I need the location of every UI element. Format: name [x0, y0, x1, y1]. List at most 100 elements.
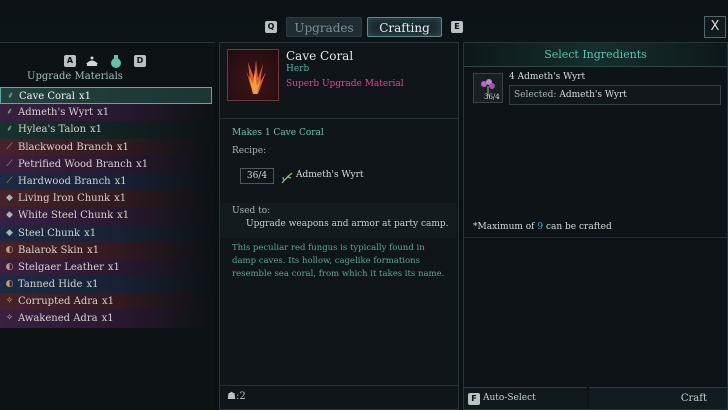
- leather-icon: ◐: [5, 244, 14, 255]
- list-item-label: Living Iron Chunk: [18, 193, 111, 205]
- list-item-qty: x1: [114, 175, 127, 187]
- list-item[interactable]: ✧ Corrupted Adra x1: [0, 293, 212, 311]
- list-item[interactable]: ⸙ Admeth's Wyrt x1: [0, 104, 212, 122]
- auto-select-key-hint: F: [468, 393, 480, 405]
- herb-icon: ⸙: [6, 107, 13, 118]
- list-item-label: Hylea's Talon: [18, 124, 87, 136]
- list-item[interactable]: ◐ Balarok Skin x1: [0, 241, 212, 259]
- next-filter-key-hint: D: [134, 55, 146, 67]
- leather-icon: ◐: [5, 261, 14, 272]
- list-item-label: Corrupted Adra: [18, 296, 98, 308]
- ingredient-count: 36/4: [484, 93, 500, 101]
- list-item-label: Blackwood Branch: [18, 141, 113, 153]
- list-item[interactable]: ◐ Tanned Hide x1: [0, 276, 212, 294]
- ingredients-lower-area: [464, 237, 727, 385]
- list-item-label: White Steel Chunk: [18, 210, 114, 222]
- list-item-label: Stelgaer Leather: [18, 261, 104, 273]
- item-name: Cave Coral: [286, 49, 354, 63]
- craft-button[interactable]: Craft: [589, 387, 727, 409]
- materials-title: Upgrade Materials: [27, 71, 123, 82]
- list-item-qty: x1: [78, 91, 91, 102]
- list-item[interactable]: ◆ Steel Chunk x1: [0, 224, 212, 242]
- ingredient-selector[interactable]: Selected: Admeth's Wyrt: [509, 85, 721, 105]
- recipe-ingredient: Admeth's Wyrt: [296, 170, 364, 180]
- ore-icon: ◆: [6, 193, 13, 204]
- herb-icon: [281, 169, 293, 184]
- branch-icon: ⟋: [6, 158, 13, 169]
- item-description: This peculiar red fungus is typically fo…: [232, 243, 445, 279]
- max-suffix: can be crafted: [543, 222, 612, 232]
- used-to-label: Used to:: [232, 206, 271, 216]
- list-item-qty: x1: [101, 313, 114, 325]
- item-rarity: Superb Upgrade Material: [286, 79, 404, 89]
- list-item-qty: x1: [107, 261, 120, 273]
- list-item[interactable]: ⟋ Blackwood Branch x1: [0, 138, 212, 156]
- selected-value: Admeth's Wyrt: [559, 90, 627, 100]
- list-item[interactable]: ◆ Living Iron Chunk x1: [0, 190, 212, 208]
- list-item-label: Petrified Wood Branch: [18, 158, 133, 170]
- prev-filter-key-hint: A: [64, 55, 76, 67]
- list-item[interactable]: ◆ White Steel Chunk x1: [0, 207, 212, 225]
- used-to-text: Upgrade weapons and armor at party camp.: [246, 219, 449, 229]
- potion-icon[interactable]: [108, 53, 124, 69]
- adra-icon: ✧: [5, 313, 14, 324]
- list-item-qty: x1: [136, 158, 149, 170]
- item-detail-panel: Cave Coral Herb Superb Upgrade Material …: [219, 42, 459, 410]
- list-item[interactable]: ⟋ Hardwood Branch x1: [0, 172, 212, 191]
- list-item[interactable]: ◐ Stelgaer Leather x1: [0, 258, 212, 277]
- list-item[interactable]: ⸙ Hylea's Talon x1: [0, 121, 212, 139]
- ore-icon: ◆: [6, 210, 13, 221]
- list-item-qty: x1: [97, 107, 110, 119]
- leather-icon: ◐: [5, 279, 14, 290]
- next-tab-key-hint: E: [451, 21, 463, 33]
- list-item[interactable]: ⟋ Petrified Wood Branch x1: [0, 155, 212, 173]
- close-button[interactable]: X: [704, 16, 726, 38]
- list-item-label: Tanned Hide: [18, 279, 83, 291]
- herb-icon: ⸙: [6, 124, 13, 135]
- auto-select-label: Auto-Select Ingredients: [483, 393, 536, 403]
- ore-icon: ◆: [6, 227, 13, 238]
- divider: [220, 385, 458, 386]
- tab-upgrades[interactable]: Upgrades: [286, 17, 362, 37]
- list-item-label: Admeth's Wyrt: [18, 107, 94, 119]
- list-item-qty: x1: [114, 193, 127, 205]
- recipe-label: Recipe:: [232, 146, 267, 156]
- list-item-qty: x1: [90, 124, 103, 136]
- recipe-count: 36/4: [240, 168, 274, 184]
- max-craft-text: *Maximum of 9 can be crafted: [473, 222, 612, 232]
- selected-label: Selected:: [514, 90, 557, 100]
- party-count: ☗:2: [227, 391, 246, 402]
- list-item-label: Balarok Skin: [18, 244, 84, 256]
- adra-icon: ✧: [5, 296, 14, 307]
- list-item-qty: x1: [86, 279, 99, 291]
- list-item-label: Cave Coral: [19, 91, 75, 102]
- list-item-qty: x1: [87, 244, 100, 256]
- prev-tab-key-hint: Q: [265, 21, 277, 33]
- divider: [220, 118, 458, 119]
- cave-coral-thumbnail: [227, 49, 279, 101]
- top-bar: Q Upgrades Crafting E X: [0, 0, 728, 42]
- makes-text: Makes 1 Cave Coral: [232, 128, 324, 138]
- herb-icon: ⸙: [7, 91, 14, 101]
- ingredient-name: 4 Admeth's Wyrt: [509, 72, 586, 82]
- list-item-qty: x1: [101, 296, 114, 308]
- list-item[interactable]: ✧ Awakened Adra x1: [0, 310, 212, 328]
- materials-panel: A D Upgrade Materials ⸙ Cave Coral x1 ⸙ Adme…: [0, 42, 215, 410]
- list-item-label: Steel Chunk: [18, 227, 81, 239]
- list-item[interactable]: ⸙ Cave Coral x1: [0, 87, 212, 105]
- auto-select-button[interactable]: F Auto-Select Ingredients: [464, 387, 587, 409]
- list-item-qty: x1: [84, 227, 97, 239]
- ingredients-title: Select Ingredients: [544, 48, 647, 61]
- materials-list: ⸙ Cave Coral x1 ⸙ Admeth's Wyrt x1 ⸙ Hylea's Ta…: [0, 87, 212, 328]
- branch-icon: ⟋: [6, 141, 13, 152]
- all-items-icon[interactable]: [84, 53, 100, 69]
- tab-crafting[interactable]: Crafting: [367, 17, 442, 37]
- party-count-value: :2: [235, 391, 246, 402]
- max-prefix: *Maximum of: [473, 222, 538, 232]
- list-item-label: Hardwood Branch: [18, 175, 111, 187]
- list-item-qty: x1: [117, 210, 130, 222]
- list-item-qty: x1: [116, 141, 129, 153]
- list-item-label: Awakened Adra: [18, 313, 98, 325]
- branch-icon: ⟋: [6, 175, 13, 186]
- item-type: Herb: [286, 64, 310, 74]
